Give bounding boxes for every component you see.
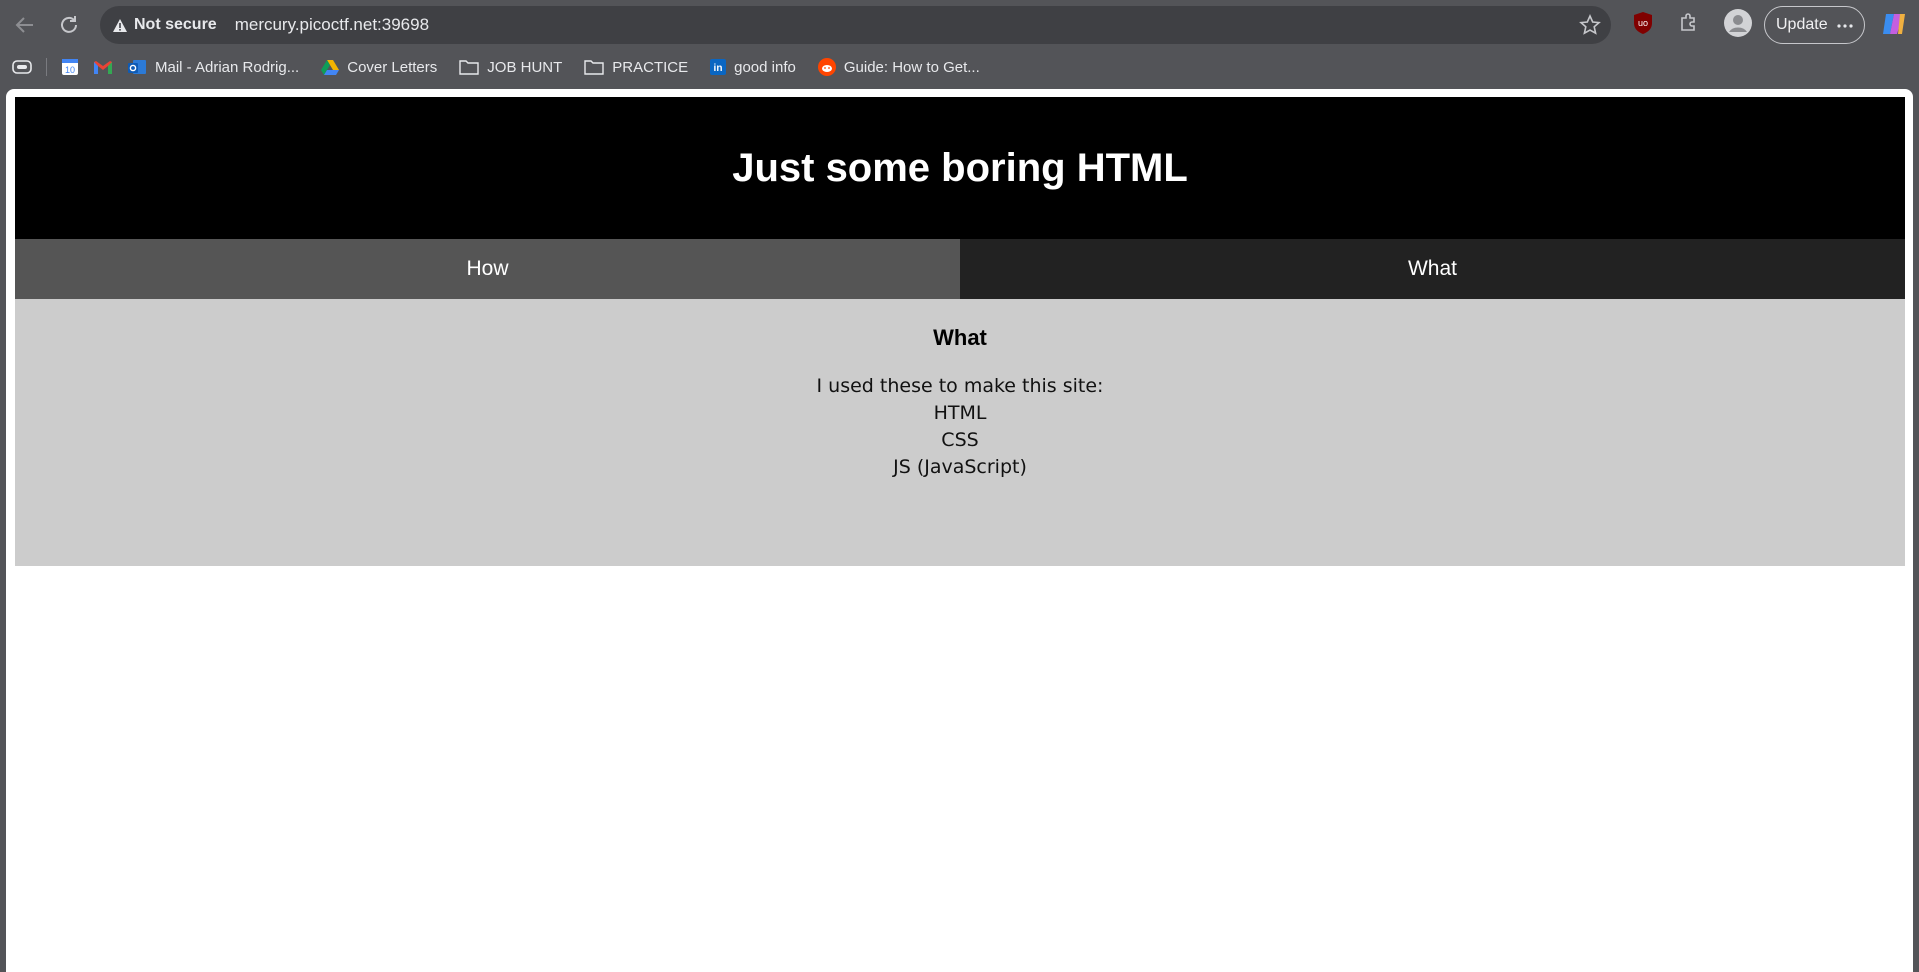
extensions-button[interactable] xyxy=(1678,11,1700,38)
bookmark-folder-job-hunt[interactable]: JOB HUNT xyxy=(459,59,562,76)
svg-text:in: in xyxy=(714,63,723,74)
panel-heading: What xyxy=(933,325,987,350)
page-title: Just some boring HTML xyxy=(732,145,1188,190)
bookmark-gmail[interactable] xyxy=(93,60,113,75)
gmail-icon xyxy=(94,60,112,74)
more-dots-icon xyxy=(1837,24,1853,28)
panel-intro: I used these to make this site: xyxy=(816,375,1104,397)
ublock-extension-button[interactable]: uo xyxy=(1632,11,1654,40)
list-item-css: CSS xyxy=(941,429,979,451)
site-header: Just some boring HTML xyxy=(15,97,1905,239)
list-item-js: JS (JavaScript) xyxy=(893,456,1027,478)
page-viewport: Just some boring HTML How What What I us… xyxy=(6,89,1913,972)
address-bar[interactable]: Not secure mercury.picoctf.net:39698 xyxy=(100,6,1611,44)
reload-button[interactable] xyxy=(54,10,84,40)
bookmark-mail[interactable]: Mail - Adrian Rodrig... xyxy=(127,58,299,76)
bookmark-job-hunt-label: JOB HUNT xyxy=(487,58,563,76)
site-container: Just some boring HTML How What What I us… xyxy=(15,97,1905,566)
bookmark-calendar[interactable]: 10 xyxy=(61,58,79,76)
star-icon xyxy=(1579,14,1601,35)
bookmark-good-info-label: good info xyxy=(734,58,796,76)
bookmark-star-button[interactable] xyxy=(1579,14,1601,41)
reddit-icon xyxy=(817,58,836,76)
tab-bar: How What xyxy=(15,239,1905,299)
update-button[interactable]: Update xyxy=(1764,6,1865,44)
back-button[interactable] xyxy=(10,10,40,40)
reload-icon xyxy=(61,16,77,33)
bookmark-mail-label: Mail - Adrian Rodrig... xyxy=(155,58,300,76)
bookmark-folder-practice[interactable]: PRACTICE xyxy=(584,59,688,76)
copilot-button[interactable] xyxy=(1880,10,1908,43)
list-item-html: HTML xyxy=(933,402,987,424)
avatar-icon xyxy=(1724,9,1752,37)
bookmark-good-info[interactable]: in good info xyxy=(710,59,796,76)
bookmark-practice-label: PRACTICE xyxy=(612,58,689,76)
tab-what[interactable]: What xyxy=(960,239,1905,299)
security-label: Not secure xyxy=(134,16,217,33)
bookmarks-divider xyxy=(46,58,47,76)
calendar-day: 10 xyxy=(65,65,75,75)
content-panel: What I used these to make this site: HTM… xyxy=(15,299,1905,566)
bookmark-cover-letters-label: Cover Letters xyxy=(347,58,438,76)
outlook-icon xyxy=(128,60,146,74)
bookmarks-bar: 10 Mail - Adrian Rodrig... Cover Letters… xyxy=(0,50,1919,84)
copilot-icon xyxy=(1883,14,1905,34)
warning-icon xyxy=(113,18,127,32)
tab-how[interactable]: How xyxy=(15,239,960,299)
browser-toolbar: Not secure mercury.picoctf.net:39698 uo … xyxy=(0,0,1919,50)
back-arrow-icon xyxy=(15,17,33,33)
folder-icon xyxy=(459,60,479,75)
calendar-icon: 10 xyxy=(62,59,78,75)
profile-button[interactable] xyxy=(1724,9,1752,42)
tab-actions-icon xyxy=(12,60,32,74)
bookmark-guide[interactable]: Guide: How to Get... xyxy=(817,58,980,76)
bookmark-guide-label: Guide: How to Get... xyxy=(843,58,980,76)
linkedin-icon: in xyxy=(710,59,727,75)
url-text[interactable]: mercury.picoctf.net:39698 xyxy=(235,15,429,35)
puzzle-icon xyxy=(1681,13,1695,31)
shield-icon: uo xyxy=(1634,12,1652,34)
google-drive-icon xyxy=(321,60,340,75)
update-label: Update xyxy=(1776,16,1828,33)
bookmark-cover-letters[interactable]: Cover Letters xyxy=(321,59,437,76)
folder-icon xyxy=(584,60,604,75)
security-indicator[interactable]: Not secure xyxy=(112,16,217,34)
svg-text:uo: uo xyxy=(1638,18,1648,28)
tab-actions-button[interactable] xyxy=(12,60,32,74)
